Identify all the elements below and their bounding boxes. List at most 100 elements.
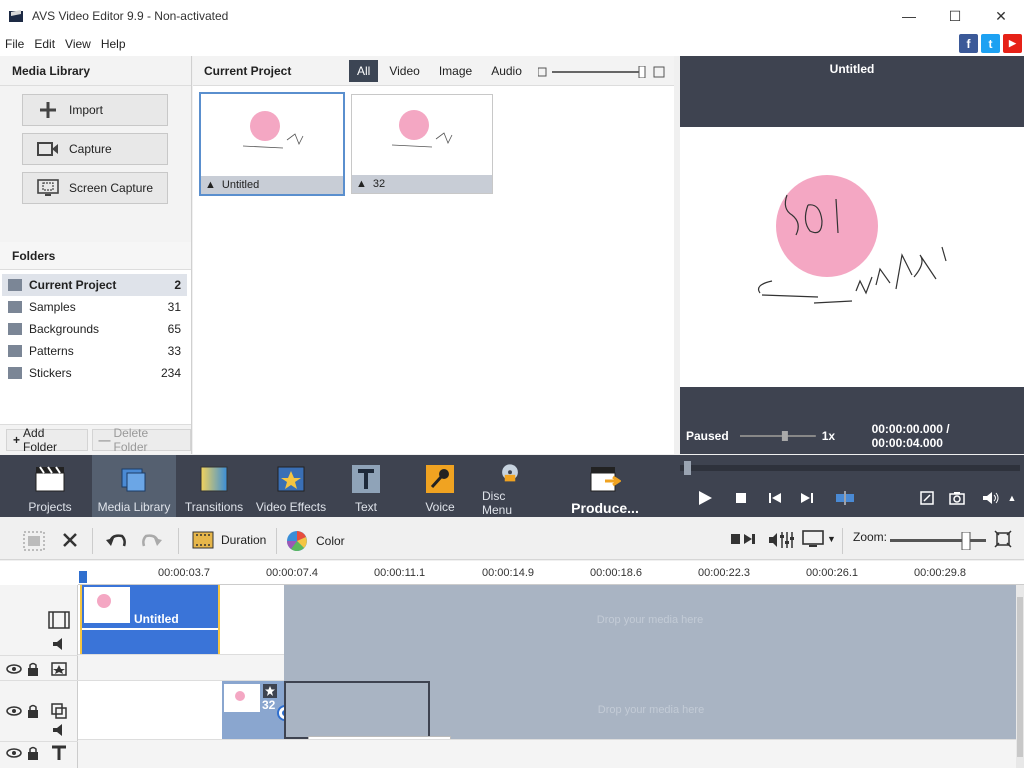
clapperboard-icon — [35, 466, 65, 492]
split-clip-icon — [731, 534, 755, 544]
fullscreen-button[interactable] — [918, 489, 936, 507]
produce-button[interactable]: Produce... — [568, 455, 642, 517]
edit-toolbar: Duration Color ▼ Zoom: — [0, 522, 1024, 560]
video-track-icon — [48, 611, 70, 629]
preview-drawing — [757, 175, 947, 304]
capture-button[interactable]: Capture — [22, 133, 168, 165]
media-item-untitled[interactable]: ▲ Untitled — [199, 92, 345, 196]
display-mode-dropdown[interactable]: ▼ — [802, 530, 836, 548]
preview-title: Untitled — [829, 62, 875, 76]
zoom-slider[interactable] — [890, 532, 986, 550]
fit-timeline-button[interactable] — [994, 530, 1012, 548]
tick-label: 00:00:18.6 — [590, 567, 642, 579]
folder-icon — [8, 301, 22, 313]
playhead-marker[interactable] — [79, 571, 87, 583]
media-library-panel: Media Library Import Capture Screen Capt… — [0, 56, 192, 454]
folder-backgrounds[interactable]: Backgrounds 65 — [2, 318, 187, 340]
camera-icon — [37, 140, 59, 158]
zoom-label: Zoom: — [853, 530, 888, 544]
maximize-button[interactable]: ☐ — [932, 0, 978, 32]
produce-icon — [590, 467, 621, 492]
text-icon — [352, 465, 380, 493]
video-effects-button[interactable]: Video Effects — [255, 455, 327, 517]
monitor-icon — [802, 530, 824, 547]
import-button[interactable]: Import — [22, 94, 168, 126]
folder-current-project[interactable]: Current Project 2 — [2, 274, 187, 296]
tick-label: 00:00:22.3 — [698, 567, 750, 579]
voice-button[interactable]: Voice — [420, 455, 460, 517]
snapshot-button[interactable] — [948, 489, 966, 507]
menu-file[interactable]: File — [0, 37, 29, 51]
filter-audio-tab[interactable]: Audio — [483, 60, 530, 82]
duration-button[interactable]: Duration — [192, 530, 266, 550]
title-bar: AVS Video Editor 9.9 - Non-activated — ☐… — [0, 0, 1024, 32]
disc-menu-button[interactable]: Disc Menu — [482, 455, 538, 517]
audio-mixer-button[interactable] — [768, 530, 794, 550]
filter-all-tab[interactable]: All — [349, 59, 379, 82]
seek-bar[interactable] — [680, 461, 1020, 475]
folder-samples[interactable]: Samples 31 — [2, 296, 187, 318]
folder-icon — [8, 345, 22, 357]
import-label: Import — [69, 103, 104, 117]
menu-help[interactable]: Help — [96, 37, 131, 51]
redo-button[interactable] — [140, 530, 164, 550]
next-frame-button[interactable] — [798, 489, 816, 507]
split-clip-button[interactable] — [730, 530, 756, 548]
media-library-title: Media Library — [0, 56, 191, 86]
capture-label: Capture — [69, 142, 112, 156]
menu-edit[interactable]: Edit — [29, 37, 60, 51]
menu-view[interactable]: View — [60, 37, 96, 51]
effects-track[interactable] — [284, 654, 1016, 681]
video-clip-untitled[interactable]: Untitled — [80, 585, 220, 654]
minimize-button[interactable]: — — [886, 0, 932, 32]
text-track[interactable] — [78, 739, 1016, 768]
volume-dropdown-button[interactable]: ▲ — [1006, 489, 1018, 507]
facebook-icon[interactable]: f — [959, 34, 978, 53]
delete-button[interactable] — [60, 530, 80, 550]
projects-button[interactable]: Projects — [24, 455, 76, 517]
microphone-icon — [426, 465, 454, 493]
previous-frame-button[interactable] — [766, 489, 784, 507]
storyboard-icon — [23, 531, 45, 551]
delete-folder-button[interactable]: — Delete Folder — [91, 426, 191, 454]
youtube-icon[interactable]: ▶ — [1003, 34, 1022, 53]
timeline-scrollbar[interactable] — [1016, 585, 1024, 768]
undo-button[interactable] — [104, 530, 128, 550]
transitions-button[interactable]: Transitions — [184, 455, 244, 517]
playback-speed: 1x — [821, 429, 836, 443]
clip-thumbnail — [84, 587, 130, 623]
thumbnail-size-slider[interactable] — [538, 66, 666, 78]
color-wheel-icon — [287, 531, 307, 551]
playback-time: 00:00:00.000 / 00:00:04.000 — [871, 422, 950, 450]
tick-label: 00:00:11.1 — [374, 567, 426, 579]
speed-slider[interactable] — [739, 431, 816, 441]
close-button[interactable]: ✕ — [978, 0, 1024, 32]
color-button[interactable]: Color — [286, 530, 345, 552]
folder-patterns[interactable]: Patterns 33 — [2, 340, 187, 362]
stop-icon — [736, 493, 746, 503]
add-folder-button[interactable]: + Add Folder — [6, 426, 88, 454]
text-button[interactable]: Text — [346, 455, 386, 517]
video-track-drop-zone[interactable]: Drop your media here — [284, 585, 1016, 654]
time-ruler[interactable]: 00:00:03.7 00:00:07.4 00:00:11.1 00:00:1… — [78, 561, 1024, 585]
folder-stickers[interactable]: Stickers 234 — [2, 362, 187, 384]
timeline: 00:00:03.7 00:00:07.4 00:00:11.1 00:00:1… — [0, 561, 1024, 768]
media-item-32[interactable]: ▲ 32 — [351, 94, 493, 194]
media-library-button[interactable]: Media Library — [92, 455, 176, 517]
filter-video-tab[interactable]: Video — [381, 60, 427, 82]
effects-track-controls — [6, 662, 67, 676]
folder-icon — [8, 279, 22, 291]
transitions-icon — [200, 466, 228, 492]
stop-button[interactable] — [732, 489, 750, 507]
screen-capture-button[interactable]: Screen Capture — [22, 172, 168, 204]
split-button[interactable] — [834, 489, 856, 507]
twitter-icon[interactable]: t — [981, 34, 1000, 53]
filter-image-tab[interactable]: Image — [431, 60, 480, 82]
storyboard-button[interactable] — [22, 530, 46, 552]
redo-icon — [142, 534, 162, 547]
play-button[interactable] — [696, 489, 714, 507]
volume-button[interactable] — [982, 489, 1000, 507]
clip-thumbnail — [224, 684, 260, 712]
plus-icon — [37, 101, 59, 119]
tick-label: 00:00:26.1 — [806, 567, 858, 579]
